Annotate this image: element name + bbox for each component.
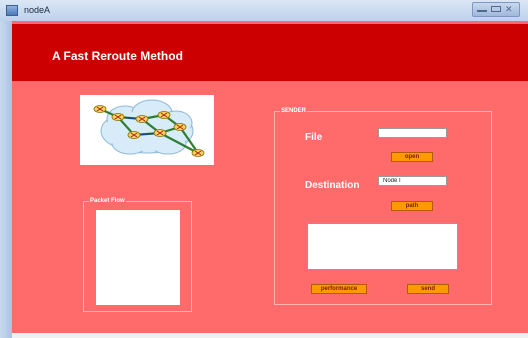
- file-label: File: [305, 132, 323, 143]
- send-button[interactable]: send: [407, 284, 449, 294]
- close-icon[interactable]: ✕: [505, 3, 515, 14]
- file-field[interactable]: [378, 128, 447, 138]
- destination-field[interactable]: [378, 176, 447, 186]
- open-button[interactable]: open: [391, 152, 433, 162]
- java-app-icon: [6, 5, 18, 16]
- packet-flow-group: Packet Flow: [83, 196, 192, 312]
- network-topology-icon: [80, 95, 214, 165]
- path-button[interactable]: path: [391, 201, 433, 211]
- performance-button[interactable]: performance: [311, 284, 367, 294]
- sender-group: SENDER File open Destination path perfor…: [274, 106, 492, 305]
- header-banner: A Fast Reroute Method: [12, 24, 528, 81]
- network-topology-graphic: [93, 99, 205, 157]
- window-bottom-edge: [12, 333, 528, 338]
- app-title: A Fast Reroute Method: [52, 49, 183, 63]
- main-panel: A Fast Reroute Method Packet Flow SENDER…: [12, 21, 528, 338]
- message-textarea[interactable]: [307, 223, 458, 270]
- sender-label: SENDER: [280, 106, 308, 116]
- packet-flow-label: Packet Flow: [89, 196, 126, 206]
- packet-flow-area: [96, 210, 180, 305]
- window-title: nodeA: [24, 5, 51, 15]
- window-title-bar[interactable]: nodeA ✕: [0, 0, 528, 22]
- destination-label: Destination: [305, 180, 360, 191]
- maximize-icon[interactable]: [491, 6, 501, 12]
- minimize-icon[interactable]: [477, 6, 487, 12]
- window-controls: ✕: [472, 2, 520, 17]
- window-frame-left: [0, 21, 12, 338]
